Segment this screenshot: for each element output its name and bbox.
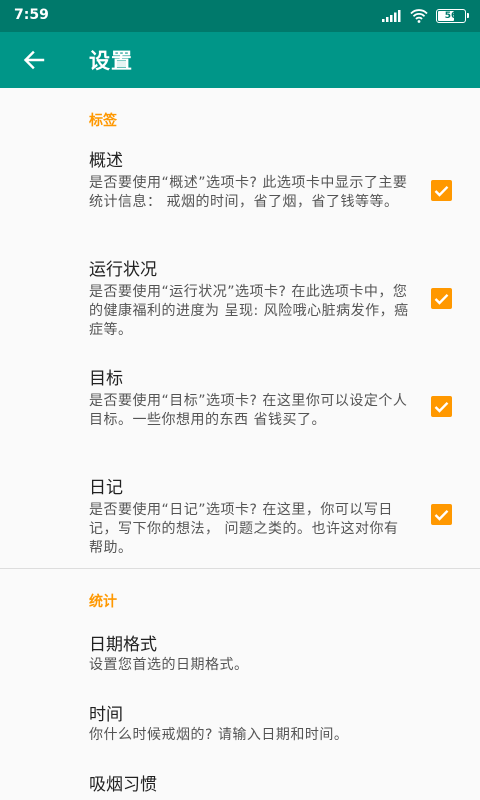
category-header-tabs: 标签 <box>89 113 117 129</box>
pref-health-tab[interactable]: 运行状况 是否要使用“运行状况”选项卡? 在此选项卡中，您的健康福利的进度为 呈… <box>0 259 480 355</box>
pref-goals-tab[interactable]: 目标 是否要使用“目标”选项卡? 在这里你可以设定个人目标。一些你想用的东西 省… <box>0 368 480 464</box>
arrow-left-icon <box>23 50 45 70</box>
pref-title: 吸烟习惯 <box>89 775 157 795</box>
pref-overview-tab[interactable]: 概述 是否要使用“概述”选项卡? 此选项卡中显示了主要统计信息： 戒烟的时间，省… <box>0 150 480 246</box>
status-icons: 56 <box>382 8 469 24</box>
battery-icon: 56 <box>436 9 469 23</box>
pref-summary: 是否要使用“概述”选项卡? 此选项卡中显示了主要统计信息： 戒烟的时间，省了烟，… <box>89 175 408 210</box>
pref-title: 概述 <box>89 151 123 171</box>
pref-diary-tab[interactable]: 日记 是否要使用“日记”选项卡? 在这里，你可以写日记，写下你的想法， 问题之类… <box>0 477 480 573</box>
pref-summary: 是否要使用“目标”选项卡? 在这里你可以设定个人目标。一些你想用的东西 省钱买了… <box>89 393 408 428</box>
page-title: 设置 <box>89 49 133 73</box>
pref-title: 运行状况 <box>89 260 157 280</box>
wifi-icon <box>410 9 428 23</box>
signal-icon <box>382 10 401 22</box>
pref-date-format[interactable]: 日期格式 设置您首选的日期格式。 <box>0 634 480 682</box>
settings-list[interactable]: 标签 概述 是否要使用“概述”选项卡? 此选项卡中显示了主要统计信息： 戒烟的时… <box>0 88 480 800</box>
diary-checkbox[interactable] <box>431 504 452 525</box>
overview-checkbox[interactable] <box>431 180 452 201</box>
check-icon <box>434 185 449 197</box>
category-header-stats: 统计 <box>89 594 117 610</box>
pref-smoking-habits[interactable]: 吸烟习惯 <box>0 774 480 800</box>
check-icon <box>434 401 449 413</box>
pref-title: 日期格式 <box>89 635 157 655</box>
app-bar: 设置 <box>0 32 480 88</box>
pref-summary: 是否要使用“运行状况”选项卡? 在此选项卡中，您的健康福利的进度为 呈现: 风险… <box>89 284 409 338</box>
pref-title: 目标 <box>89 369 123 389</box>
goals-checkbox[interactable] <box>431 396 452 417</box>
check-icon <box>434 509 449 521</box>
section-divider <box>0 568 480 569</box>
battery-level: 56 <box>444 11 458 21</box>
check-icon <box>434 293 449 305</box>
health-checkbox[interactable] <box>431 288 452 309</box>
back-button[interactable] <box>20 46 48 74</box>
pref-summary: 是否要使用“日记”选项卡? 在这里，你可以写日记，写下你的想法， 问题之类的。也… <box>89 502 399 556</box>
pref-title: 日记 <box>89 478 123 498</box>
status-bar: 7:59 56 <box>0 0 480 32</box>
pref-quit-time[interactable]: 时间 你什么时候戒烟的? 请输入日期和时间。 <box>0 704 480 752</box>
pref-title: 时间 <box>89 705 123 725</box>
pref-summary: 你什么时候戒烟的? 请输入日期和时间。 <box>89 727 349 743</box>
status-time: 7:59 <box>14 7 49 23</box>
pref-summary: 设置您首选的日期格式。 <box>89 657 249 673</box>
